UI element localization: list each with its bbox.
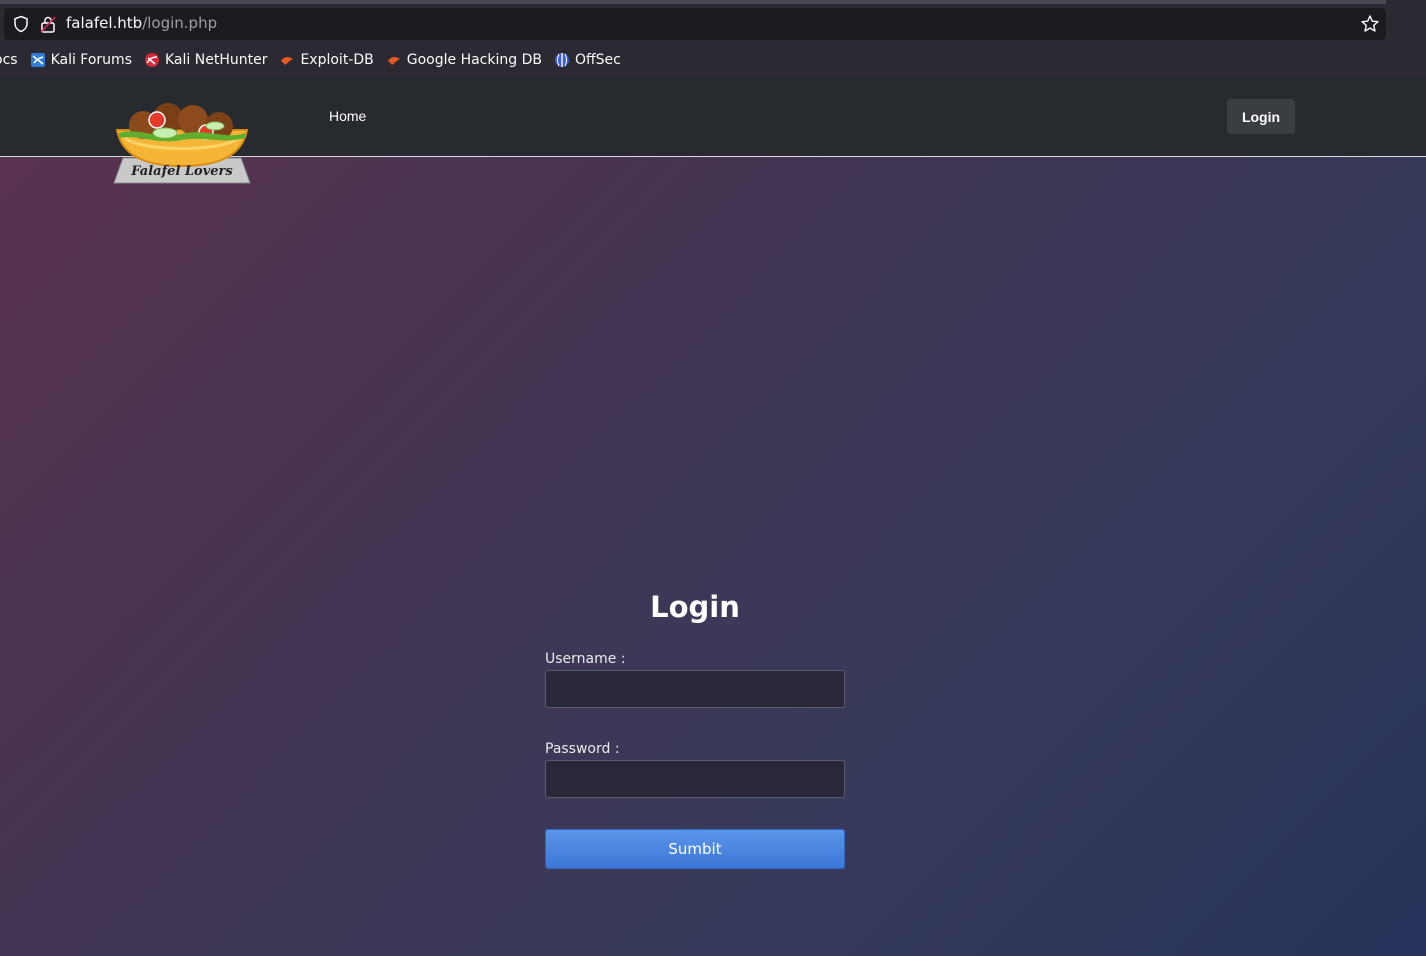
insecure-lock-icon[interactable] [40,15,56,33]
nav-login-button[interactable]: Login [1227,99,1295,134]
shield-icon[interactable] [12,15,30,33]
bookmark-kali-forums[interactable]: Kali Forums [30,52,132,68]
password-label: Password : [545,741,620,757]
address-bar[interactable]: falafel.htb/login.php [4,8,1386,40]
kali-nethunter-icon [145,53,159,67]
bookmark-exploit-db[interactable]: Exploit-DB [279,52,374,68]
falafel-lovers-logo[interactable]: Falafel Lovers [113,100,251,186]
login-title: Login [650,590,740,624]
bookmark-kali-nethunter[interactable]: Kali NetHunter [144,52,267,68]
bookmark-label: OffSec [574,52,621,68]
url-path: /login.php [142,14,218,32]
ghdb-icon [387,56,400,65]
bookmarks-toolbar: ocs Kali Forums Kali NetHunter Exploit-D… [0,46,633,74]
offsec-icon [554,53,569,67]
bookmark-label: Exploit-DB [300,52,374,68]
submit-button[interactable]: Sumbit [545,829,845,869]
logo-text: Falafel Lovers [130,164,233,179]
nav-home-link[interactable]: Home [329,108,366,124]
password-input[interactable] [545,760,845,798]
url-host: falafel.htb [66,14,143,32]
bookmark-label: Kali Forums [50,52,132,68]
bookmark-label: Kali NetHunter [165,52,268,68]
bookmark-label: Google Hacking DB [406,52,542,68]
bookmark-star-icon[interactable] [1360,14,1380,34]
username-label: Username : [545,651,626,667]
username-input[interactable] [545,670,845,708]
exploit-db-icon [281,56,294,65]
bookmark-offsec[interactable]: OffSec [554,52,621,68]
browser-tab-strip-edge [0,0,1386,4]
kali-forums-icon [30,53,45,67]
bookmark-label: ocs [0,52,18,68]
bookmark-docs[interactable]: ocs [0,52,18,68]
url-text[interactable]: falafel.htb/login.php [66,14,217,32]
bookmark-google-hacking-db[interactable]: Google Hacking DB [386,52,542,68]
